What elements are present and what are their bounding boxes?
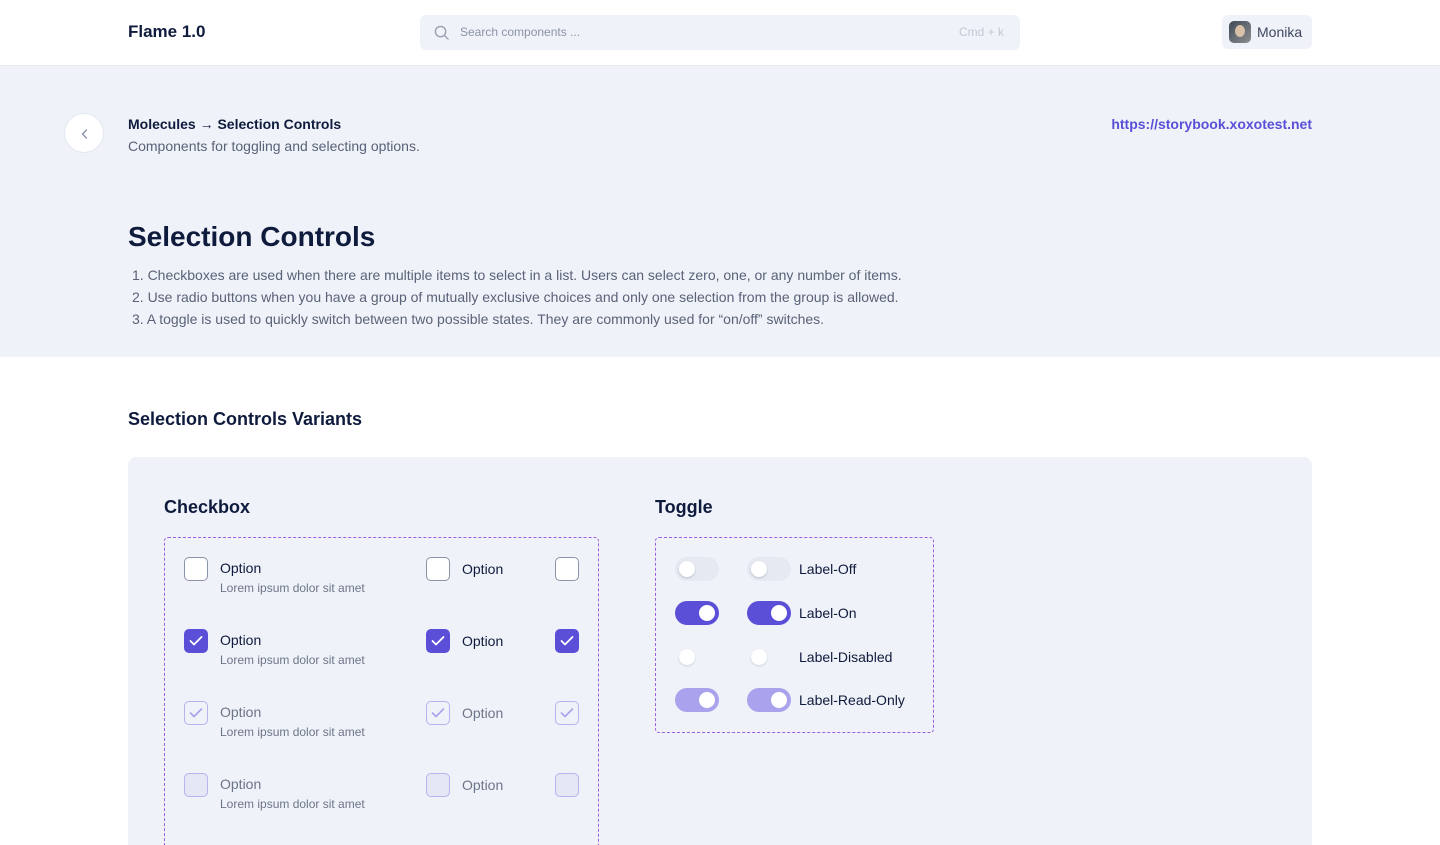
- toggle-on[interactable]: [747, 601, 791, 625]
- checkbox-unchecked[interactable]: [184, 557, 208, 581]
- toggle-knob: [679, 561, 695, 577]
- top-bar: Flame 1.0 Search components ... Cmd + k …: [0, 0, 1440, 66]
- toggle-knob: [771, 605, 787, 621]
- checkbox-read-only: [426, 701, 450, 725]
- checkbox-label: Option: [220, 704, 262, 720]
- check-icon: [560, 708, 574, 718]
- check-icon: [189, 708, 203, 718]
- check-icon: [560, 636, 574, 646]
- check-icon: [189, 636, 203, 646]
- toggle-off[interactable]: [675, 557, 719, 581]
- checkbox-hint: Lorem ipsum dolor sit amet: [220, 653, 365, 667]
- checkbox-label: Option: [462, 705, 504, 721]
- checkbox-disabled: [184, 773, 208, 797]
- checkbox-label: Option: [462, 777, 504, 793]
- toggle-knob: [771, 692, 787, 708]
- description-list: 1. Checkboxes are used when there are mu…: [132, 264, 902, 330]
- toggle-label: Label-Read-Only: [799, 692, 905, 708]
- search-box[interactable]: Search components ... Cmd + k: [420, 15, 1020, 50]
- toggle-knob: [751, 649, 767, 665]
- breadcrumb: Molecules → Selection Controls: [128, 116, 342, 132]
- checkbox-variants-frame: Option Lorem ipsum dolor sit amet Option…: [164, 537, 599, 845]
- checkbox-checked[interactable]: [426, 629, 450, 653]
- checkbox-hint: Lorem ipsum dolor sit amet: [220, 581, 365, 595]
- search-input[interactable]: Search components ...: [460, 25, 580, 39]
- toggle-label: Label-On: [799, 605, 857, 621]
- checkbox-checked[interactable]: [555, 629, 579, 653]
- section-title: Selection Controls Variants: [128, 409, 363, 429]
- toggle-knob: [751, 561, 767, 577]
- toggle-knob: [679, 649, 695, 665]
- toggle-variants-frame: Label-Off Label-On Label-Disabled Label-…: [655, 537, 934, 733]
- checkbox-unchecked[interactable]: [555, 557, 579, 581]
- checkbox-unchecked[interactable]: [426, 557, 450, 581]
- checkbox-read-only: [184, 701, 208, 725]
- brand-logo[interactable]: Flame 1.0: [128, 22, 206, 42]
- checkbox-label: Option: [220, 632, 262, 648]
- checkbox-hint: Lorem ipsum dolor sit amet: [220, 725, 365, 739]
- avatar: [1229, 21, 1251, 43]
- toggle-read-only: [747, 688, 791, 712]
- toggle-label: Label-Off: [799, 561, 857, 577]
- toggle-group-title: Toggle: [655, 497, 713, 517]
- check-icon: [431, 708, 445, 718]
- checkbox-group-title: Checkbox: [164, 497, 251, 517]
- search-shortcut: Cmd + k: [958, 25, 1004, 39]
- checkbox-label: Option: [462, 561, 504, 577]
- page-subtitle: Components for toggling and selecting op…: [128, 138, 420, 154]
- checkbox-label: Option: [220, 560, 262, 576]
- storybook-link[interactable]: https://storybook.xoxotest.net: [1111, 116, 1312, 132]
- description-item: 2. Use radio buttons when you have a gro…: [132, 289, 899, 305]
- page-title: Selection Controls: [128, 221, 376, 252]
- toggle-knob: [699, 605, 715, 621]
- checkbox-hint: Lorem ipsum dolor sit amet: [220, 797, 365, 811]
- user-name: Monika: [1257, 24, 1303, 40]
- checkbox-disabled: [426, 773, 450, 797]
- toggle-on[interactable]: [675, 601, 719, 625]
- check-icon: [431, 636, 445, 646]
- toggle-label: Label-Disabled: [799, 649, 893, 665]
- back-button[interactable]: [64, 113, 104, 153]
- description-item: 3. A toggle is used to quickly switch be…: [132, 311, 825, 327]
- chevron-left-icon: [81, 129, 88, 139]
- toggle-read-only: [675, 688, 719, 712]
- user-menu-button[interactable]: Monika: [1222, 15, 1312, 49]
- checkbox-checked[interactable]: [184, 629, 208, 653]
- checkbox-label: Option: [462, 633, 504, 649]
- checkbox-read-only: [555, 701, 579, 725]
- toggle-disabled: [747, 645, 791, 669]
- page-header: Molecules → Selection Controls Component…: [0, 66, 1440, 357]
- toggle-off[interactable]: [747, 557, 791, 581]
- description-item: 1. Checkboxes are used when there are mu…: [132, 267, 902, 283]
- checkbox-label: Option: [220, 776, 262, 792]
- variants-panel: Checkbox Option Lorem ipsum dolor sit am…: [128, 457, 1312, 845]
- checkbox-disabled: [555, 773, 579, 797]
- toggle-disabled: [675, 645, 719, 669]
- search-icon: [434, 25, 449, 40]
- toggle-knob: [699, 692, 715, 708]
